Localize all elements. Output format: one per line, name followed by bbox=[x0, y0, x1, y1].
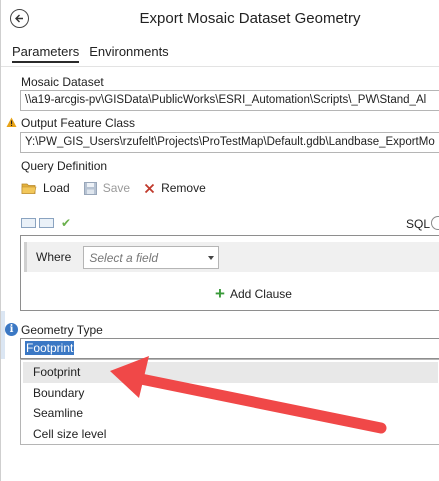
chevron-down-icon bbox=[208, 255, 215, 260]
info-indicator-bar bbox=[1, 311, 5, 359]
collapse-clauses-icon[interactable] bbox=[21, 218, 36, 228]
sql-toggle[interactable] bbox=[431, 216, 439, 230]
x-icon bbox=[144, 183, 155, 193]
geometry-type-dropdown: Footprint Boundary Seamline Cell size le… bbox=[20, 359, 439, 445]
folder-icon bbox=[21, 183, 37, 194]
dropdown-option-seamline[interactable]: Seamline bbox=[21, 403, 439, 424]
field-select-placeholder: Select a field bbox=[89, 250, 159, 265]
geometry-type-selected: Footprint bbox=[25, 341, 75, 355]
tab-divider bbox=[1, 66, 439, 67]
save-disk-icon bbox=[83, 181, 97, 195]
mosaic-dataset-input[interactable]: \\a19-arcgis-pv\GISData\PublicWorks\ESRI… bbox=[20, 90, 439, 111]
save-label: Save bbox=[102, 181, 131, 195]
tab-bar: Parameters Environments bbox=[12, 44, 169, 63]
where-clause-row: Where Select a field bbox=[24, 242, 439, 272]
info-icon[interactable]: i bbox=[5, 323, 18, 336]
dropdown-option-cell-size-level[interactable]: Cell size level bbox=[21, 424, 439, 445]
add-clause-button[interactable]: + Add Clause bbox=[215, 284, 292, 303]
output-feature-class-input[interactable]: Y:\PW_GIS_Users\rzufelt\Projects\ProTest… bbox=[20, 132, 439, 153]
query-definition-label: Query Definition bbox=[21, 159, 108, 173]
tool-title: Export Mosaic Dataset Geometry bbox=[139, 10, 361, 27]
geoprocessing-pane: Export Mosaic Dataset Geometry Parameter… bbox=[0, 0, 439, 481]
verify-check-icon[interactable]: ✔ bbox=[61, 216, 71, 230]
dropdown-option-footprint[interactable]: Footprint bbox=[23, 362, 438, 383]
plus-icon: + bbox=[215, 284, 225, 303]
dropdown-option-boundary[interactable]: Boundary bbox=[21, 383, 439, 404]
add-clause-label: Add Clause bbox=[229, 287, 292, 301]
remove-button[interactable]: Remove bbox=[144, 181, 206, 195]
output-feature-class-label: Output Feature Class bbox=[21, 116, 136, 130]
warning-icon bbox=[6, 117, 17, 127]
tab-parameters[interactable]: Parameters bbox=[12, 44, 80, 63]
expand-clauses-icon[interactable] bbox=[39, 218, 54, 228]
geometry-type-select[interactable]: Footprint bbox=[20, 338, 439, 359]
sql-label: SQL bbox=[406, 217, 431, 231]
load-button[interactable]: Load bbox=[21, 181, 70, 195]
save-button[interactable]: Save bbox=[83, 181, 131, 195]
query-toolbar: Load Save Remove bbox=[21, 181, 206, 195]
where-label: Where bbox=[36, 250, 72, 264]
load-label: Load bbox=[43, 181, 70, 195]
remove-label: Remove bbox=[161, 181, 206, 195]
field-select[interactable]: Select a field bbox=[83, 245, 220, 269]
geometry-type-label: Geometry Type bbox=[21, 323, 103, 337]
query-builder: Where Select a field + Add Clause bbox=[20, 235, 439, 311]
tab-environments[interactable]: Environments bbox=[89, 44, 168, 63]
query-mode-icons: ✔ bbox=[21, 216, 71, 230]
mosaic-dataset-label: Mosaic Dataset bbox=[21, 75, 104, 89]
